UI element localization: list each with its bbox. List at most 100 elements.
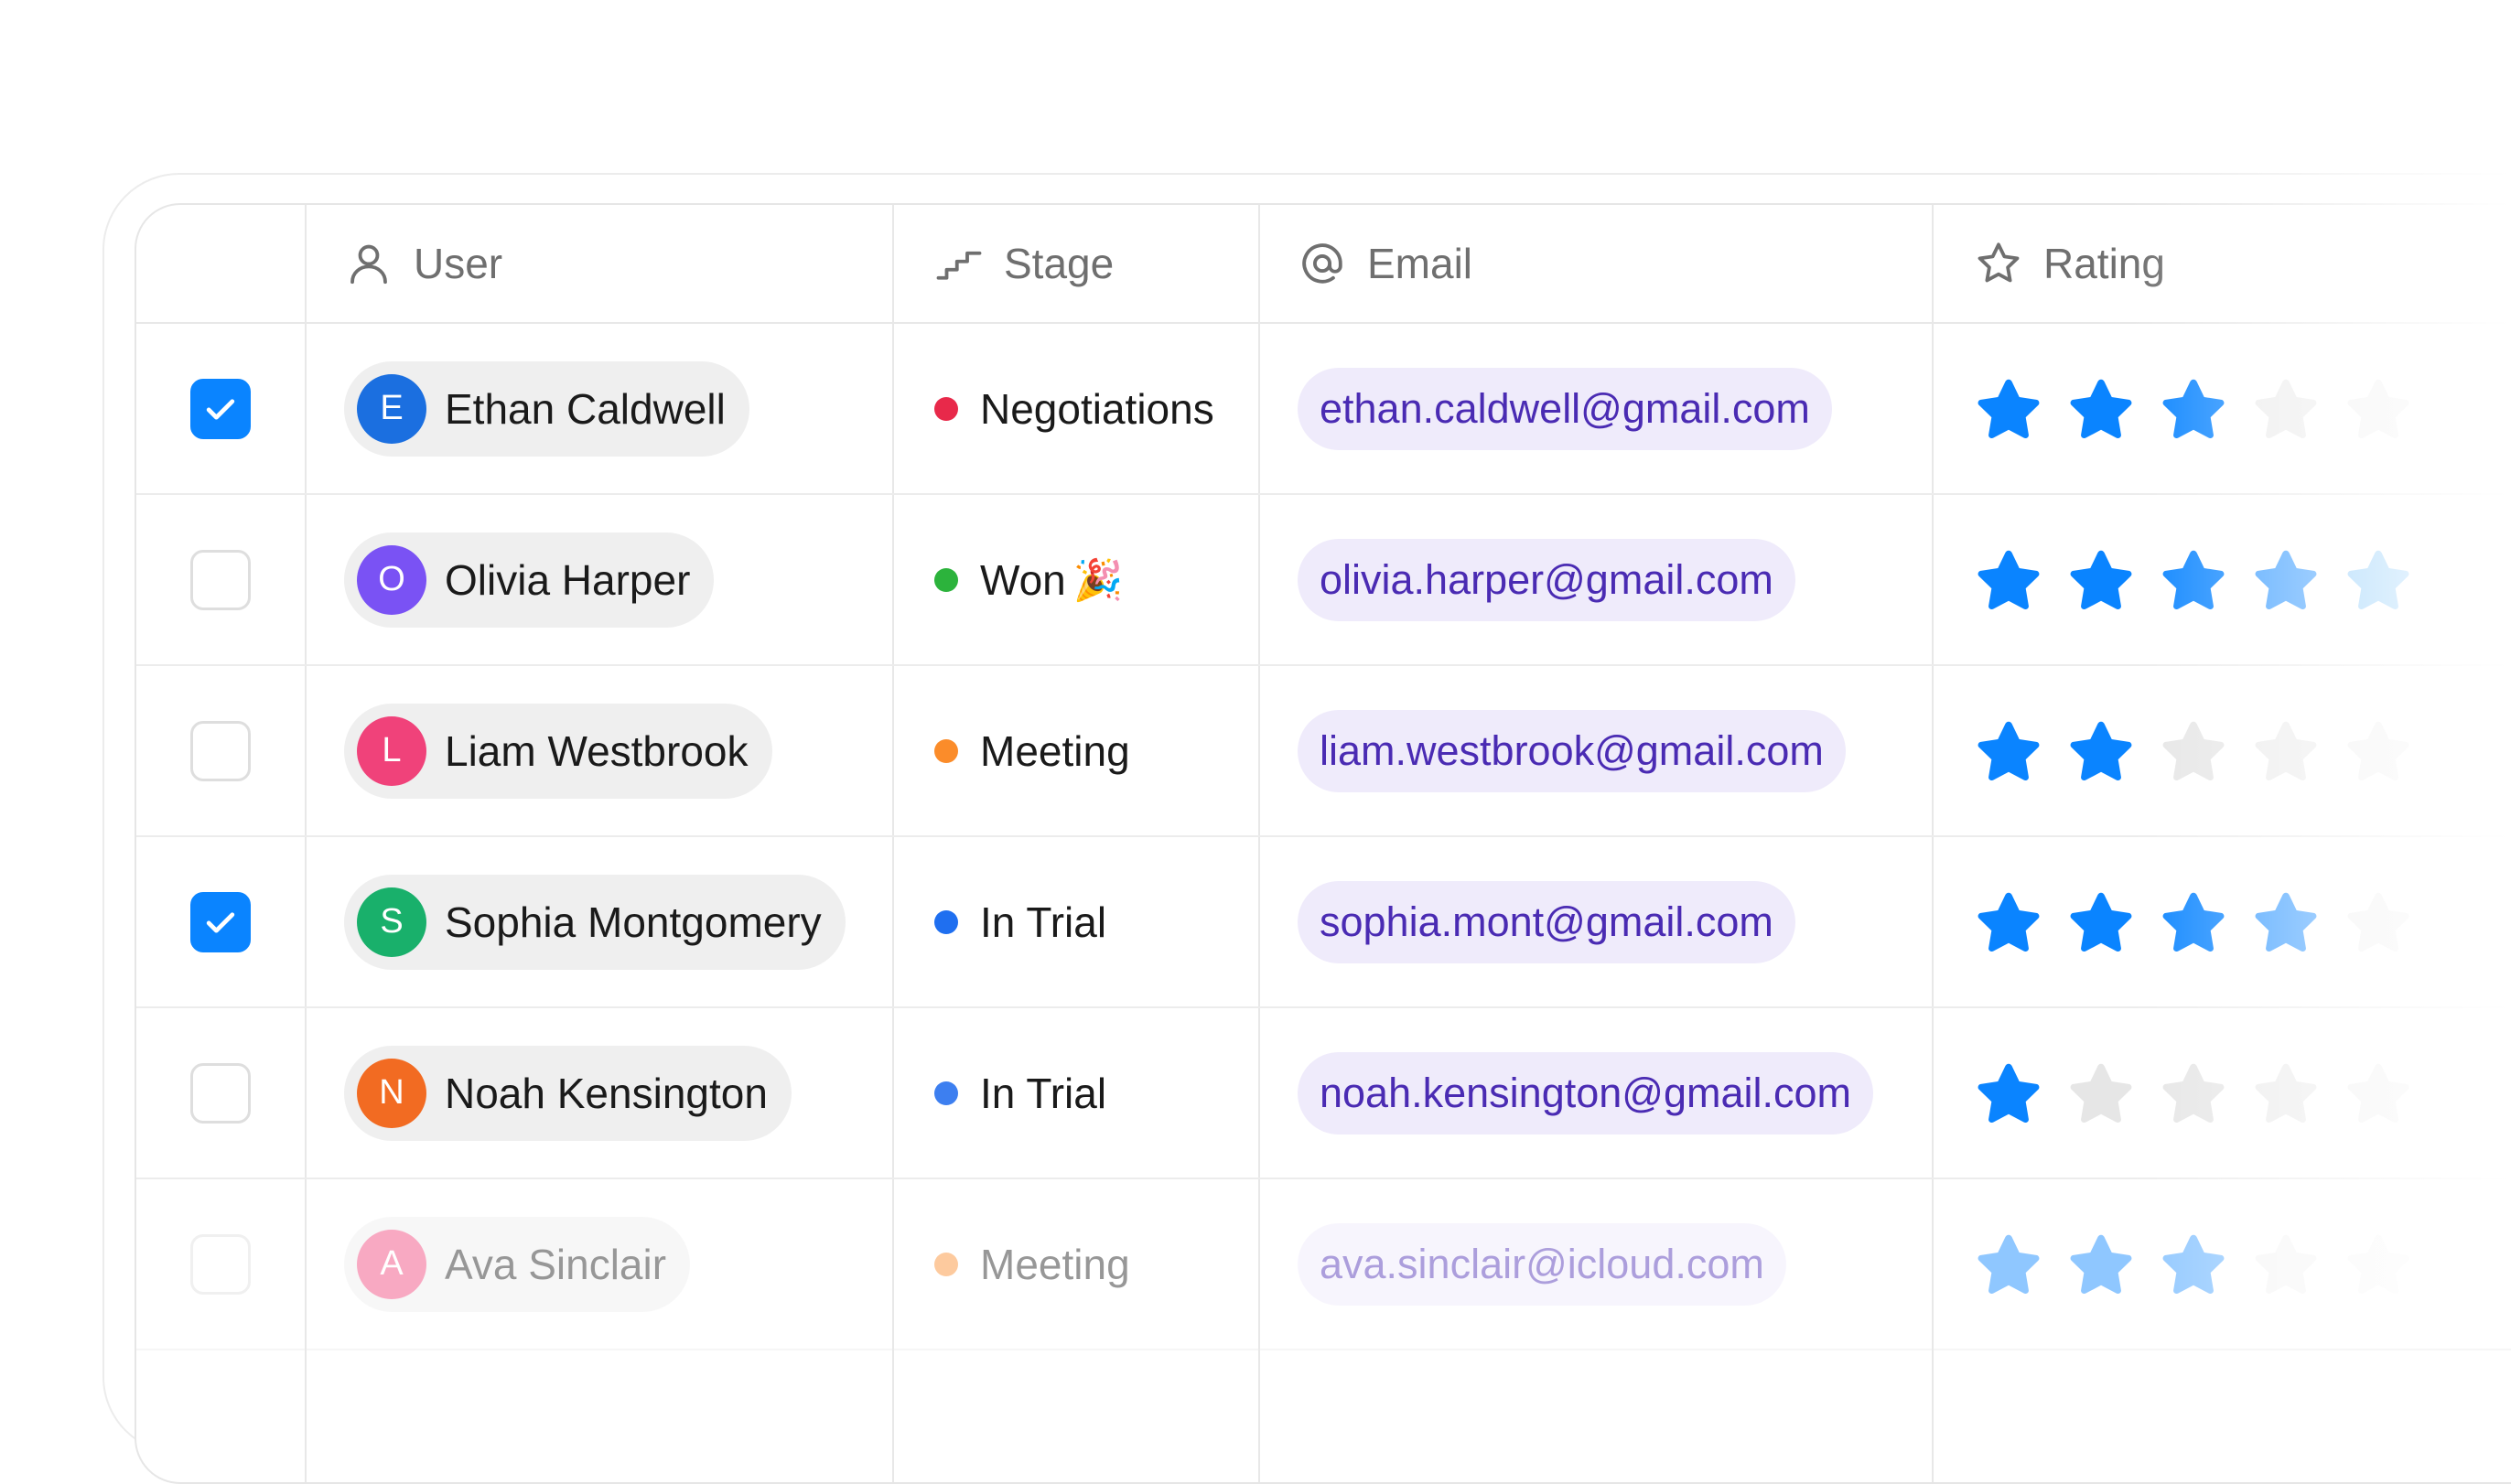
email-chip[interactable]: ava.sinclair@icloud.com bbox=[1298, 1222, 1786, 1306]
rating-cell bbox=[1934, 837, 2511, 1006]
email-chip[interactable]: olivia.harper@gmail.com bbox=[1298, 538, 1795, 621]
user-name: Noah Kensington bbox=[445, 1069, 768, 1117]
star-filled-icon[interactable] bbox=[2251, 887, 2321, 957]
rating-cell bbox=[1934, 666, 2511, 835]
stage-label: Meeting bbox=[980, 1240, 1130, 1288]
star-empty-icon[interactable] bbox=[2344, 1230, 2413, 1299]
stage-cell[interactable]: Negotiations bbox=[894, 324, 1258, 493]
stage-cell[interactable]: Meeting bbox=[894, 1179, 1258, 1349]
email-cell: noah.kensington@gmail.com bbox=[1260, 1008, 1932, 1178]
checkbox[interactable] bbox=[190, 1233, 251, 1295]
star-filled-icon[interactable] bbox=[2066, 1230, 2136, 1299]
checkbox-checked[interactable] bbox=[190, 891, 251, 952]
stage-status-dot bbox=[934, 1081, 958, 1105]
star-filled-icon[interactable] bbox=[2159, 1230, 2228, 1299]
rating-cell bbox=[1934, 324, 2511, 493]
star-filled-icon[interactable] bbox=[2066, 374, 2136, 444]
star-filled-icon[interactable] bbox=[1974, 545, 2043, 615]
table-row[interactable]: O Olivia Harper Won 🎉 olivia.harper@gmail.co… bbox=[136, 495, 2511, 666]
stage-label: In Trial bbox=[980, 898, 1107, 946]
star-rating[interactable] bbox=[1974, 374, 2436, 444]
star-empty-icon[interactable] bbox=[2344, 1059, 2413, 1128]
table-row[interactable]: S Sophia Montgomery In Trial sophia.mont@gm… bbox=[136, 837, 2511, 1008]
star-filled-icon[interactable] bbox=[2066, 887, 2136, 957]
stage-label: In Trial bbox=[980, 1069, 1107, 1117]
column-header-stage[interactable]: Stage bbox=[894, 205, 1258, 322]
select-cell bbox=[136, 324, 305, 493]
user-chip[interactable]: A Ava Sinclair bbox=[344, 1216, 691, 1312]
star-empty-icon[interactable] bbox=[2344, 716, 2413, 786]
star-rating[interactable] bbox=[1974, 1059, 2436, 1128]
user-cell: E Ethan Caldwell bbox=[307, 324, 892, 493]
star-empty-icon[interactable] bbox=[2251, 716, 2321, 786]
star-rating[interactable] bbox=[1974, 545, 2436, 615]
stage-cell[interactable]: In Trial bbox=[894, 837, 1258, 1006]
user-chip[interactable]: O Olivia Harper bbox=[344, 532, 715, 628]
star-rating[interactable] bbox=[1974, 887, 2436, 957]
user-chip[interactable]: L Liam Westbrook bbox=[344, 703, 772, 799]
star-empty-icon[interactable] bbox=[2251, 374, 2321, 444]
user-chip[interactable]: N Noah Kensington bbox=[344, 1045, 792, 1141]
rating-cell bbox=[1934, 1179, 2511, 1349]
star-empty-icon[interactable] bbox=[2344, 374, 2413, 444]
email-chip[interactable]: liam.westbrook@gmail.com bbox=[1298, 709, 1846, 792]
checkbox[interactable] bbox=[190, 1062, 251, 1124]
email-cell: sophia.mont@gmail.com bbox=[1260, 837, 1932, 1006]
star-filled-icon[interactable] bbox=[2066, 545, 2136, 615]
checkbox[interactable] bbox=[190, 720, 251, 781]
column-header-user[interactable]: User bbox=[307, 205, 892, 322]
column-header-label: Rating bbox=[2043, 240, 2165, 287]
email-cell: ethan.caldwell@gmail.com bbox=[1260, 324, 1932, 493]
user-chip[interactable]: S Sophia Montgomery bbox=[344, 874, 846, 970]
star-filled-icon[interactable] bbox=[2251, 545, 2321, 615]
stage-cell[interactable]: Won 🎉 bbox=[894, 495, 1258, 664]
email-chip[interactable]: ethan.caldwell@gmail.com bbox=[1298, 367, 1832, 450]
select-cell bbox=[136, 1008, 305, 1178]
star-filled-icon[interactable] bbox=[2344, 545, 2413, 615]
select-cell bbox=[136, 837, 305, 1006]
star-rating[interactable] bbox=[1974, 1230, 2436, 1299]
table-row[interactable]: E Ethan Caldwell Negotiations ethan.caldwel… bbox=[136, 324, 2511, 495]
star-empty-icon[interactable] bbox=[2251, 1230, 2321, 1299]
user-cell: S Sophia Montgomery bbox=[307, 837, 892, 1006]
stage-label: Negotiations bbox=[980, 384, 1214, 433]
star-filled-icon[interactable] bbox=[2159, 545, 2228, 615]
column-header-email[interactable]: Email bbox=[1260, 205, 1932, 322]
column-header-rating[interactable]: Rating bbox=[1934, 205, 2511, 322]
stage-status-dot bbox=[934, 1252, 958, 1276]
star-empty-icon[interactable] bbox=[2344, 887, 2413, 957]
user-chip[interactable]: E Ethan Caldwell bbox=[344, 360, 749, 457]
star-filled-icon[interactable] bbox=[1974, 716, 2043, 786]
star-filled-icon[interactable] bbox=[1974, 887, 2043, 957]
email-chip[interactable]: noah.kensington@gmail.com bbox=[1298, 1051, 1874, 1135]
star-empty-icon[interactable] bbox=[2066, 1059, 2136, 1128]
stage-cell[interactable]: Meeting bbox=[894, 666, 1258, 835]
table-row[interactable]: N Noah Kensington In Trial noah.kensington@… bbox=[136, 1008, 2511, 1179]
table-row[interactable]: L Liam Westbrook Meeting liam.westbrook@gma… bbox=[136, 666, 2511, 837]
star-filled-icon[interactable] bbox=[2159, 374, 2228, 444]
checkbox-checked[interactable] bbox=[190, 378, 251, 439]
star-empty-icon[interactable] bbox=[2159, 716, 2228, 786]
avatar: L bbox=[357, 715, 426, 786]
checkbox[interactable] bbox=[190, 549, 251, 610]
avatar: N bbox=[357, 1058, 426, 1128]
user-icon bbox=[344, 239, 393, 288]
stage-cell[interactable]: In Trial bbox=[894, 1008, 1258, 1178]
star-filled-icon[interactable] bbox=[1974, 374, 2043, 444]
user-name: Ethan Caldwell bbox=[445, 384, 726, 433]
star-filled-icon[interactable] bbox=[2066, 716, 2136, 786]
avatar: O bbox=[357, 544, 426, 615]
email-chip[interactable]: sophia.mont@gmail.com bbox=[1298, 880, 1795, 963]
star-filled-icon[interactable] bbox=[2159, 887, 2228, 957]
star-filled-icon[interactable] bbox=[1974, 1059, 2043, 1128]
email-cell: ava.sinclair@icloud.com bbox=[1260, 1179, 1932, 1349]
star-filled-icon[interactable] bbox=[1974, 1230, 2043, 1299]
user-name: Ava Sinclair bbox=[445, 1240, 667, 1288]
star-empty-icon[interactable] bbox=[2159, 1059, 2228, 1128]
star-empty-icon[interactable] bbox=[2251, 1059, 2321, 1128]
crm-table: User Stage Email Rating E Ethan Caldwell N… bbox=[135, 203, 2511, 1484]
stage-status-dot bbox=[934, 396, 958, 421]
email-cell: olivia.harper@gmail.com bbox=[1260, 495, 1932, 664]
rating-cell bbox=[1934, 495, 2511, 664]
star-rating[interactable] bbox=[1974, 716, 2436, 786]
